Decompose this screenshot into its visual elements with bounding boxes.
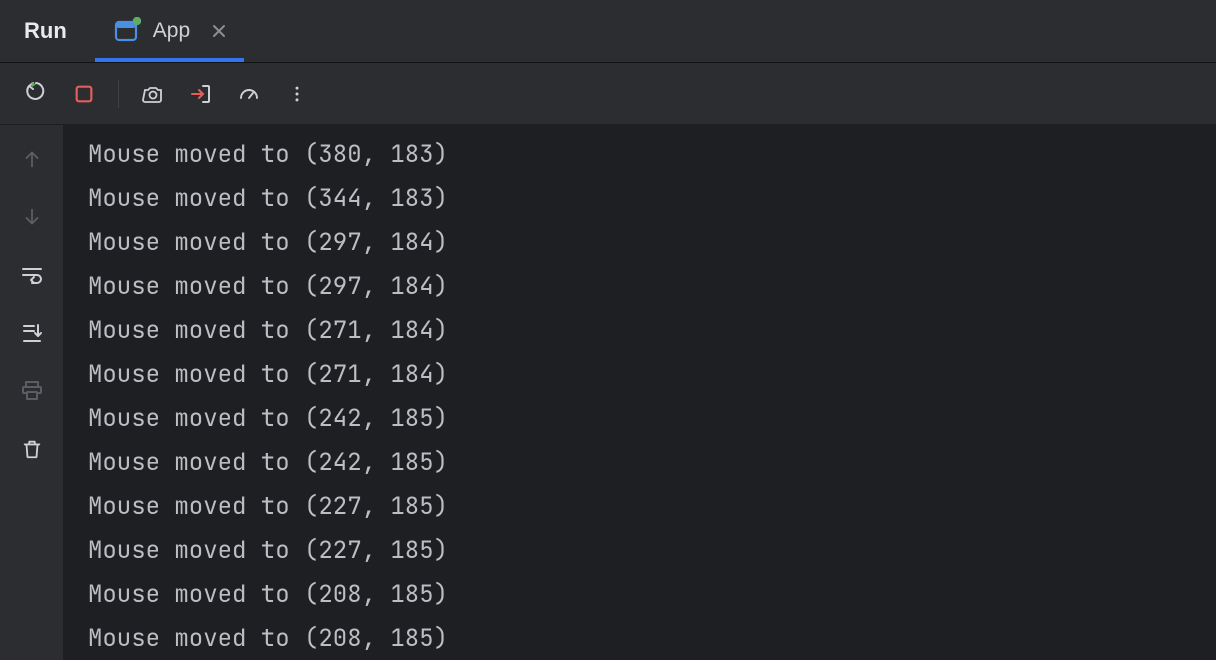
run-tabstrip: Run App	[0, 0, 1216, 63]
clear-all-icon[interactable]	[16, 433, 48, 465]
rerun-button[interactable]	[14, 72, 58, 116]
more-actions-button[interactable]	[275, 72, 319, 116]
toolbar-separator	[118, 80, 119, 108]
print-icon[interactable]	[16, 375, 48, 407]
exit-button[interactable]	[179, 72, 223, 116]
soft-wrap-icon[interactable]	[16, 259, 48, 291]
console-output[interactable]: Mouse moved to (380, 183) Mouse moved to…	[64, 125, 1216, 660]
close-icon[interactable]	[212, 24, 226, 38]
app-running-icon	[113, 17, 141, 45]
stop-button[interactable]	[62, 72, 106, 116]
tab-app[interactable]: App	[95, 0, 244, 62]
console-gutter	[0, 125, 64, 660]
tool-window-title: Run	[0, 0, 95, 62]
tab-label: App	[153, 19, 190, 43]
scroll-to-end-icon[interactable]	[16, 317, 48, 349]
down-arrow-icon[interactable]	[16, 201, 48, 233]
snapshot-button[interactable]	[131, 72, 175, 116]
run-toolbar	[0, 63, 1216, 125]
profiler-button[interactable]	[227, 72, 271, 116]
up-arrow-icon[interactable]	[16, 143, 48, 175]
